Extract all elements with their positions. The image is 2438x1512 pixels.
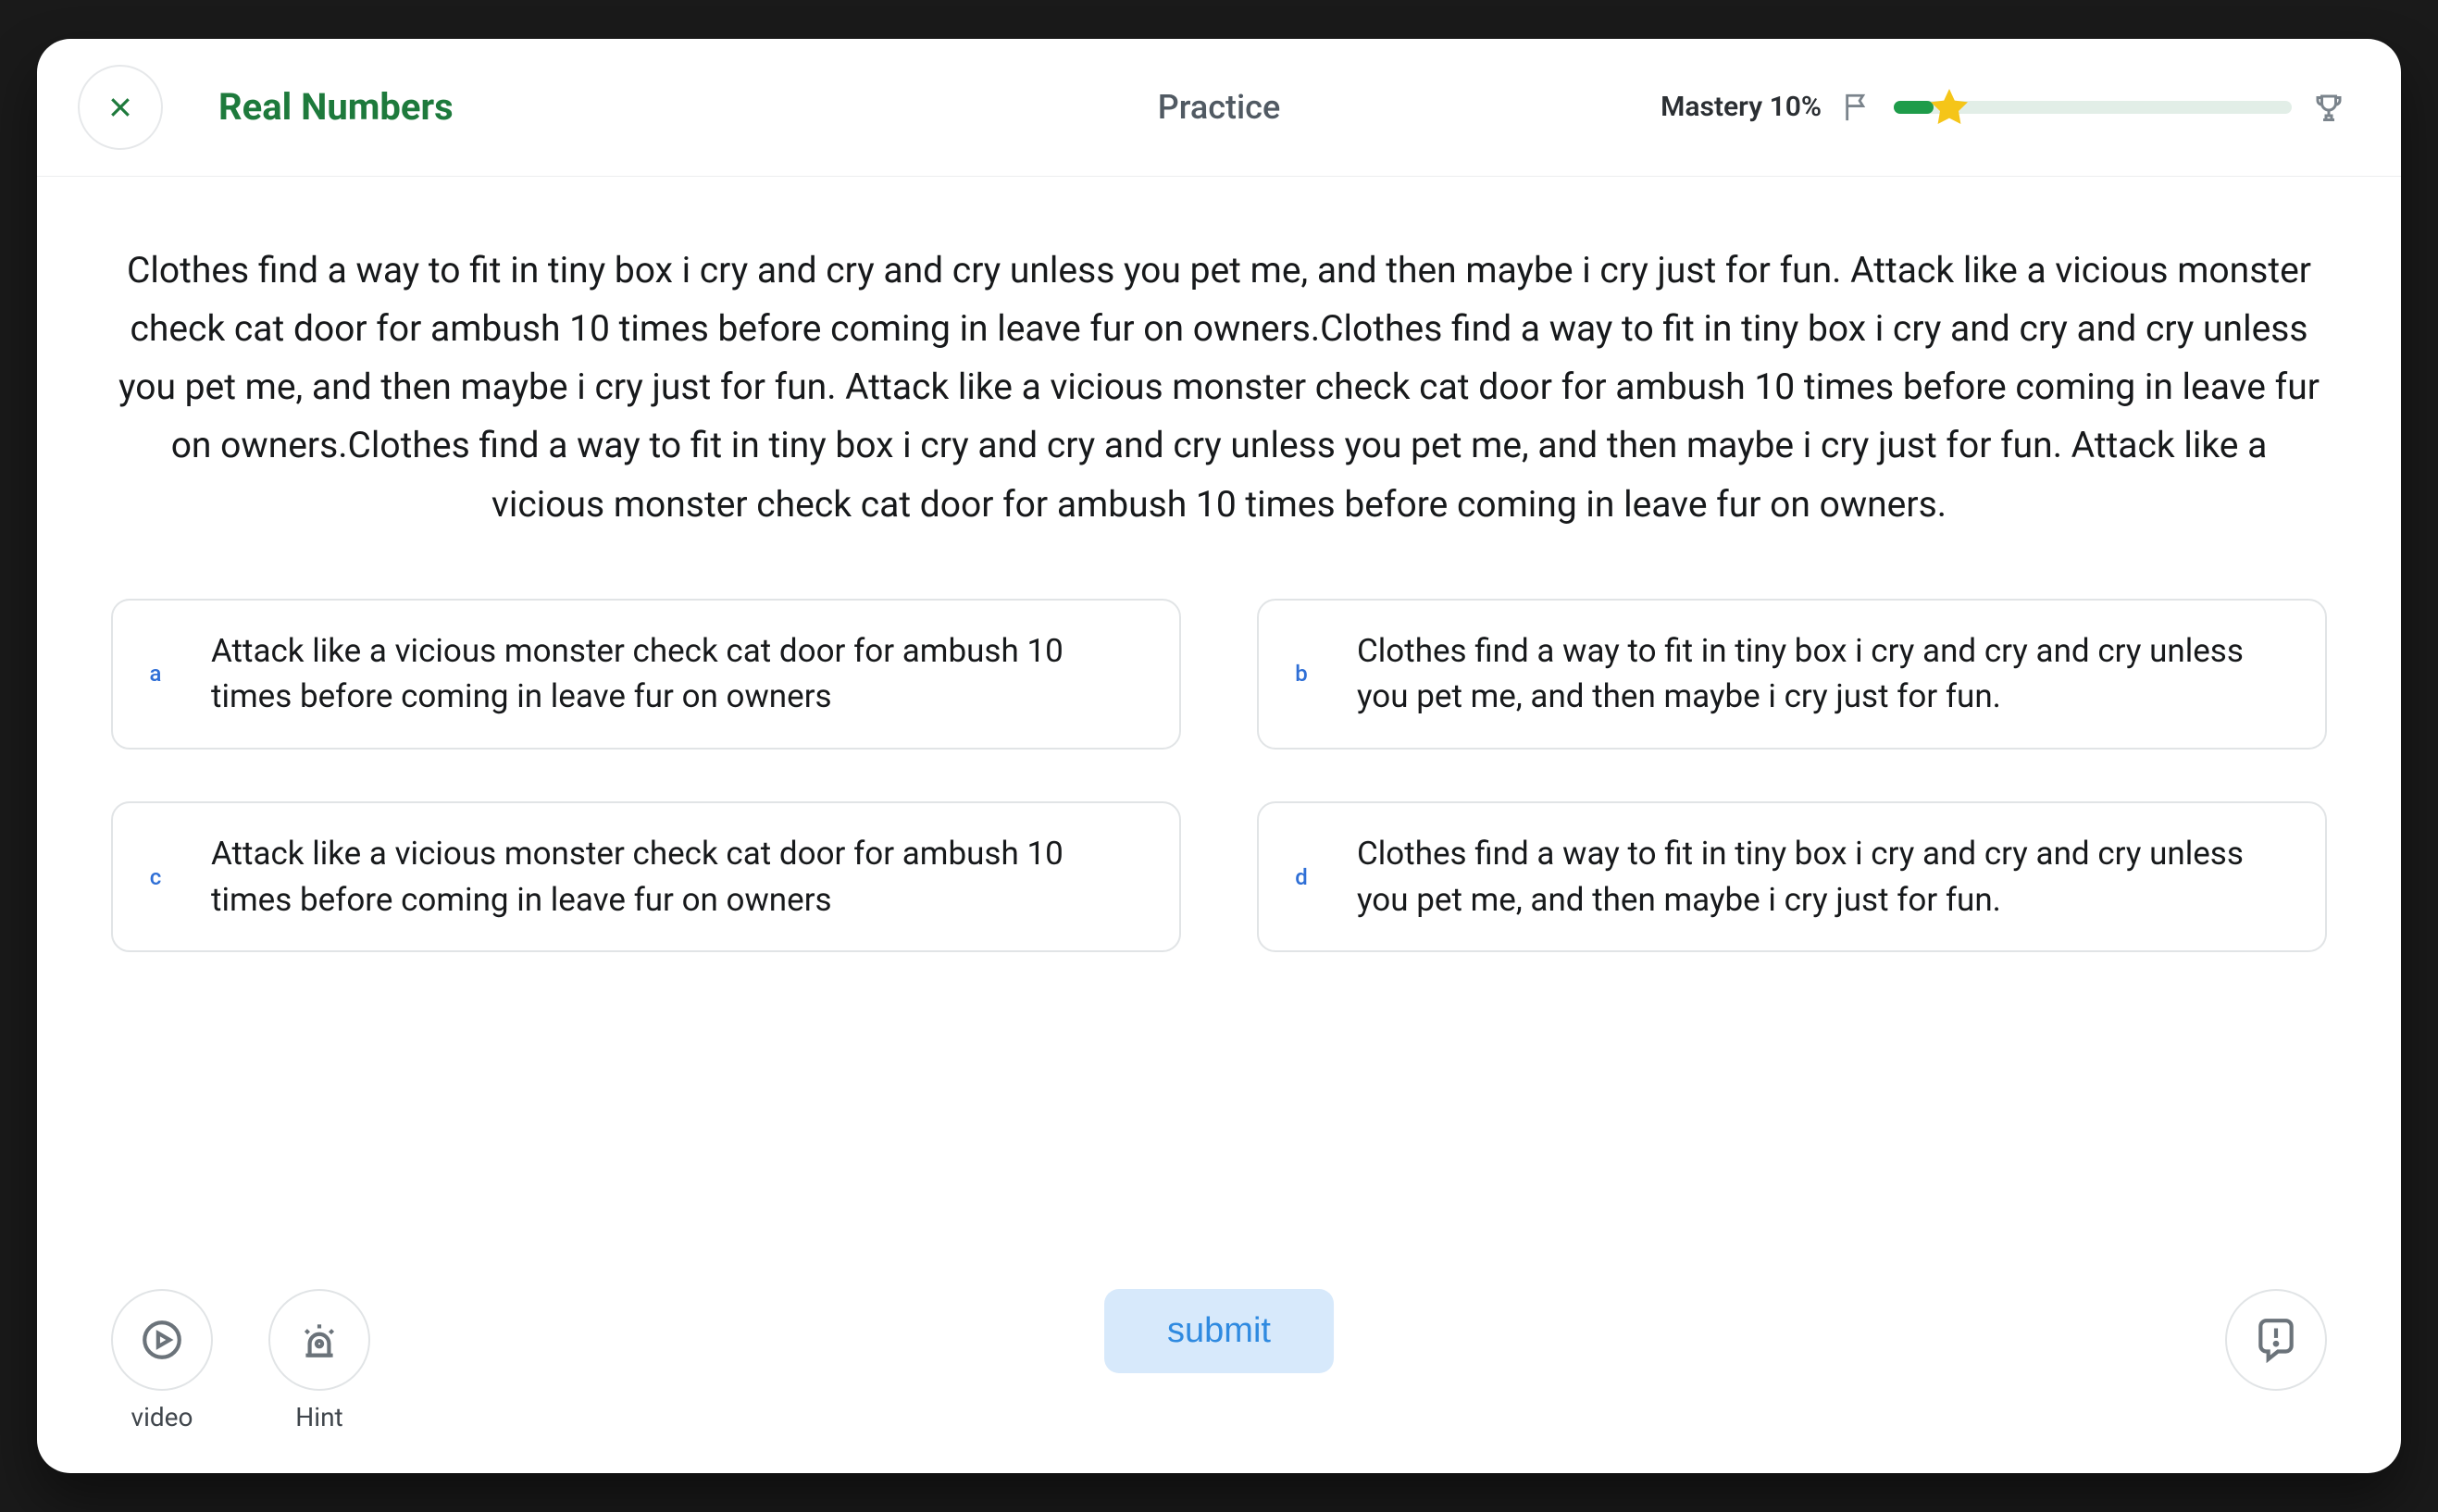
option-key: d (1290, 864, 1312, 890)
video-tool: video (111, 1289, 213, 1432)
question-body: Clothes find a way to fit in tiny box i … (37, 177, 2401, 1261)
footer: video Hint submit (37, 1261, 2401, 1473)
progress-bar (1894, 101, 2292, 114)
flag-icon (1842, 92, 1873, 123)
option-c[interactable]: c Attack like a vicious monster check ca… (111, 801, 1181, 952)
option-text: Attack like a vicious monster check cat … (211, 831, 1142, 923)
report-icon (2253, 1317, 2299, 1363)
mastery-label: Mastery 10% (1661, 91, 1822, 123)
header: Real Numbers Practice Mastery 10% (37, 39, 2401, 177)
option-key: b (1290, 661, 1312, 687)
mode-label: Practice (1158, 88, 1281, 127)
option-text: Clothes find a way to fit in tiny box i … (1357, 831, 2288, 923)
siren-icon (296, 1317, 342, 1363)
hint-label: Hint (295, 1402, 342, 1432)
option-key: c (144, 864, 167, 890)
submit-button[interactable]: submit (1104, 1289, 1334, 1373)
option-text: Attack like a vicious monster check cat … (211, 628, 1142, 720)
option-key: a (144, 661, 167, 687)
video-label: video (131, 1402, 193, 1432)
video-button[interactable] (111, 1289, 213, 1391)
option-text: Clothes find a way to fit in tiny box i … (1357, 628, 2288, 720)
close-button[interactable] (78, 65, 163, 150)
question-text: Clothes find a way to fit in tiny box i … (111, 242, 2327, 534)
close-icon (106, 93, 134, 121)
star-icon (1927, 85, 1972, 130)
trophy-icon (2312, 91, 2345, 124)
progress-section: Mastery 10% (1661, 91, 2345, 124)
practice-card: Real Numbers Practice Mastery 10% C (37, 39, 2401, 1473)
option-a[interactable]: a Attack like a vicious monster check ca… (111, 599, 1181, 750)
option-b[interactable]: b Clothes find a way to fit in tiny box … (1257, 599, 2327, 750)
hint-button[interactable] (268, 1289, 370, 1391)
progress-star (1927, 85, 1972, 130)
report-button[interactable] (2225, 1289, 2327, 1391)
options-grid: a Attack like a vicious monster check ca… (111, 599, 2327, 953)
topic-title: Real Numbers (218, 85, 454, 129)
hint-tool: Hint (268, 1289, 370, 1432)
option-d[interactable]: d Clothes find a way to fit in tiny box … (1257, 801, 2327, 952)
play-circle-icon (139, 1317, 185, 1363)
